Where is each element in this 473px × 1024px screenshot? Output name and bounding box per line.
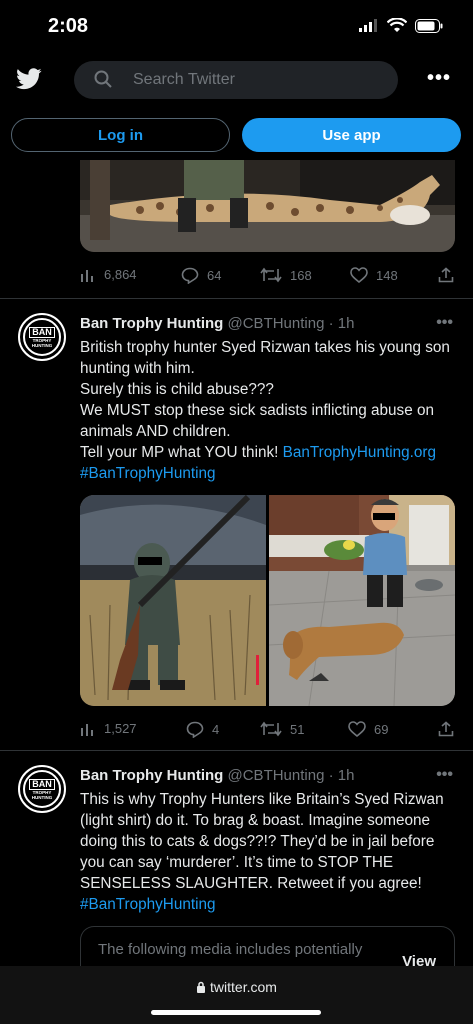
retweet-icon [260,267,282,283]
search-icon [94,70,112,88]
url-text: twitter.com [210,979,277,995]
sensitive-warning-text: The following media includes potentially [98,941,363,958]
share-icon [438,721,454,737]
tweet-line-text: Tell your MP what YOU think! [80,444,279,461]
tweet-line: (light shirt) do it. To brag & boast. Im… [80,812,431,829]
reply-icon [186,721,204,738]
reply-icon [181,267,199,284]
heart-icon [350,267,368,283]
status-bar: 2:08 [0,0,473,54]
tweet0-actions: 6,864 64 168 148 [80,267,455,287]
like-count: 69 [374,721,389,737]
retweet-count: 51 [290,721,305,737]
tweet-text: British trophy hunter Syed Rizwan takes … [80,337,460,484]
handle-time[interactable]: @CBTHunting · 1h [228,767,355,784]
share-button[interactable] [438,721,454,737]
signal-icon [359,19,377,32]
reply-count: 64 [207,268,222,283]
display-name[interactable]: Ban Trophy Hunting [80,315,223,332]
reply-button[interactable]: 64 [181,267,221,284]
retweet-button[interactable]: 51 [260,721,304,737]
views-count: 1,527 [104,721,137,736]
wifi-icon [387,18,407,32]
display-name[interactable]: Ban Trophy Hunting [80,767,223,784]
logo-ban-word: BAN [29,778,55,790]
url-display[interactable]: twitter.com [0,979,473,995]
website-link[interactable]: BanTrophyHunting.org [283,444,436,461]
heart-icon [348,721,366,737]
tweet-more-icon[interactable]: ••• [436,314,453,332]
status-icons [359,18,443,33]
tweet-line: doing this to cats & dogs??!? They’d be … [80,833,435,850]
ban-trophy-hunting-logo: BAN TROPHY HUNTING [23,318,61,356]
tweet-line: This is why Trophy Hunters like Britain’… [80,791,444,808]
hashtag-link[interactable]: #BanTrophyHunting [80,894,460,915]
tweet-line: British trophy hunter Syed Rizwan takes … [80,339,450,356]
avatar[interactable]: BAN TROPHY HUNTING [18,765,66,813]
tweet-line: hunting with him. [80,360,195,377]
views-count: 6,864 [104,267,137,282]
share-icon [438,267,454,283]
tweet-1[interactable]: BAN TROPHY HUNTING Ban Trophy Hunting @C… [0,298,473,750]
browser-address-bar: twitter.com [0,966,473,1024]
use-app-button[interactable]: Use app [242,118,461,152]
tweet-line: you can say ‘murderer’. It’s time to STO… [80,854,394,871]
top-bar: Search Twitter ••• [0,58,473,102]
twitter-bird-icon[interactable] [16,68,42,90]
handle-time[interactable]: @CBTHunting · 1h [228,315,355,332]
tweet-line: animals AND children. [80,423,231,440]
logo-sub-2: HUNTING [31,794,53,800]
tweet-text: This is why Trophy Hunters like Britain’… [80,789,460,915]
reply-button[interactable]: 4 [186,721,219,738]
battery-icon [415,18,443,33]
search-input[interactable]: Search Twitter [74,61,398,99]
reply-count: 4 [212,722,220,737]
tweet-line: We MUST stop these sick sadists inflicti… [80,402,434,419]
hashtag-link[interactable]: #BanTrophyHunting [80,463,460,484]
lock-icon [197,981,206,993]
retweet-icon [260,721,282,737]
status-time: 2:08 [48,15,89,37]
views-stat[interactable]: 1,527 [80,721,137,736]
media-grid [80,495,455,706]
views-stat[interactable]: 6,864 [80,267,137,282]
search-placeholder: Search Twitter [133,71,235,88]
like-button[interactable]: 69 [348,721,388,737]
avatar[interactable]: BAN TROPHY HUNTING [18,313,66,361]
tweet-line: Surely this is child abuse??? [80,381,274,398]
analytics-icon [81,269,93,282]
retweet-count: 168 [290,267,312,283]
login-button[interactable]: Log in [11,118,230,152]
tweet-header: Ban Trophy Hunting @CBTHunting · 1h [80,315,354,332]
retweet-button[interactable]: 168 [260,267,312,283]
photo-boy-with-deer[interactable] [269,495,455,706]
analytics-icon [81,723,93,736]
ban-trophy-hunting-logo: BAN TROPHY HUNTING [23,770,61,808]
home-indicator[interactable] [151,1010,321,1015]
tweet-line: Tell your MP what YOU think! BanTrophyHu… [80,442,460,463]
tweet-line: SENSELESS SLAUGHTER. Retweet if you agre… [80,875,422,892]
share-button[interactable] [438,267,454,283]
giraffe-photo[interactable] [80,160,455,252]
tweet-header: Ban Trophy Hunting @CBTHunting · 1h [80,767,354,784]
logo-sub-2: HUNTING [31,342,53,348]
like-button[interactable]: 148 [350,267,398,283]
photo-child-with-gun[interactable] [80,495,266,706]
logo-ban-word: BAN [29,326,55,338]
more-menu-icon[interactable]: ••• [427,67,451,90]
like-count: 148 [376,267,398,283]
tweet-more-icon[interactable]: ••• [436,766,453,784]
tweet1-actions: 1,527 4 51 69 [80,721,455,741]
